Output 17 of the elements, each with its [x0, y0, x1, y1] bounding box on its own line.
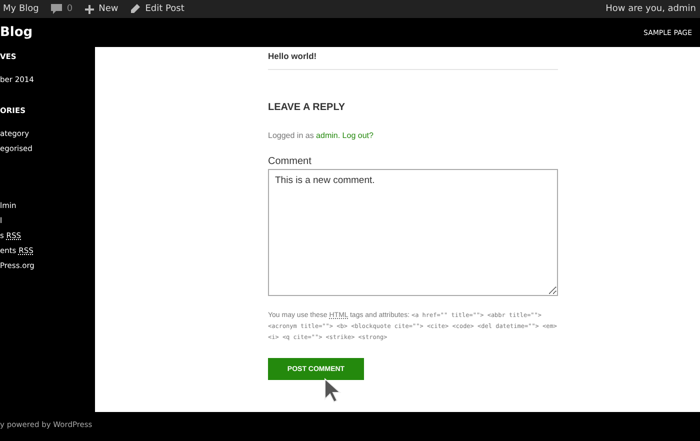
- greeting-text[interactable]: How are you, admin: [606, 4, 696, 14]
- logged-in-text: Logged in as admin. Log out?: [268, 131, 374, 140]
- user-link[interactable]: admin.: [316, 131, 340, 140]
- comment-label: Comment: [268, 156, 312, 167]
- plus-icon: [84, 4, 94, 14]
- comment-field[interactable]: This is a new comment.: [268, 169, 558, 296]
- cursor-icon: [324, 378, 342, 404]
- speech-bubble-icon: [50, 4, 62, 14]
- pencil-icon: [130, 4, 140, 14]
- site-title[interactable]: Blog: [0, 25, 33, 40]
- reply-heading: LEAVE A REPLY: [268, 102, 346, 113]
- toolbar-item[interactable]: 0: [50, 4, 73, 14]
- logout-link[interactable]: Log out?: [342, 131, 374, 140]
- toolbar-item[interactable]: New: [84, 4, 118, 14]
- toolbar-item[interactable]: Edit Post: [130, 4, 184, 14]
- post-title[interactable]: Hello world!: [268, 51, 558, 70]
- toolbar-item[interactable]: My Blog: [3, 4, 39, 14]
